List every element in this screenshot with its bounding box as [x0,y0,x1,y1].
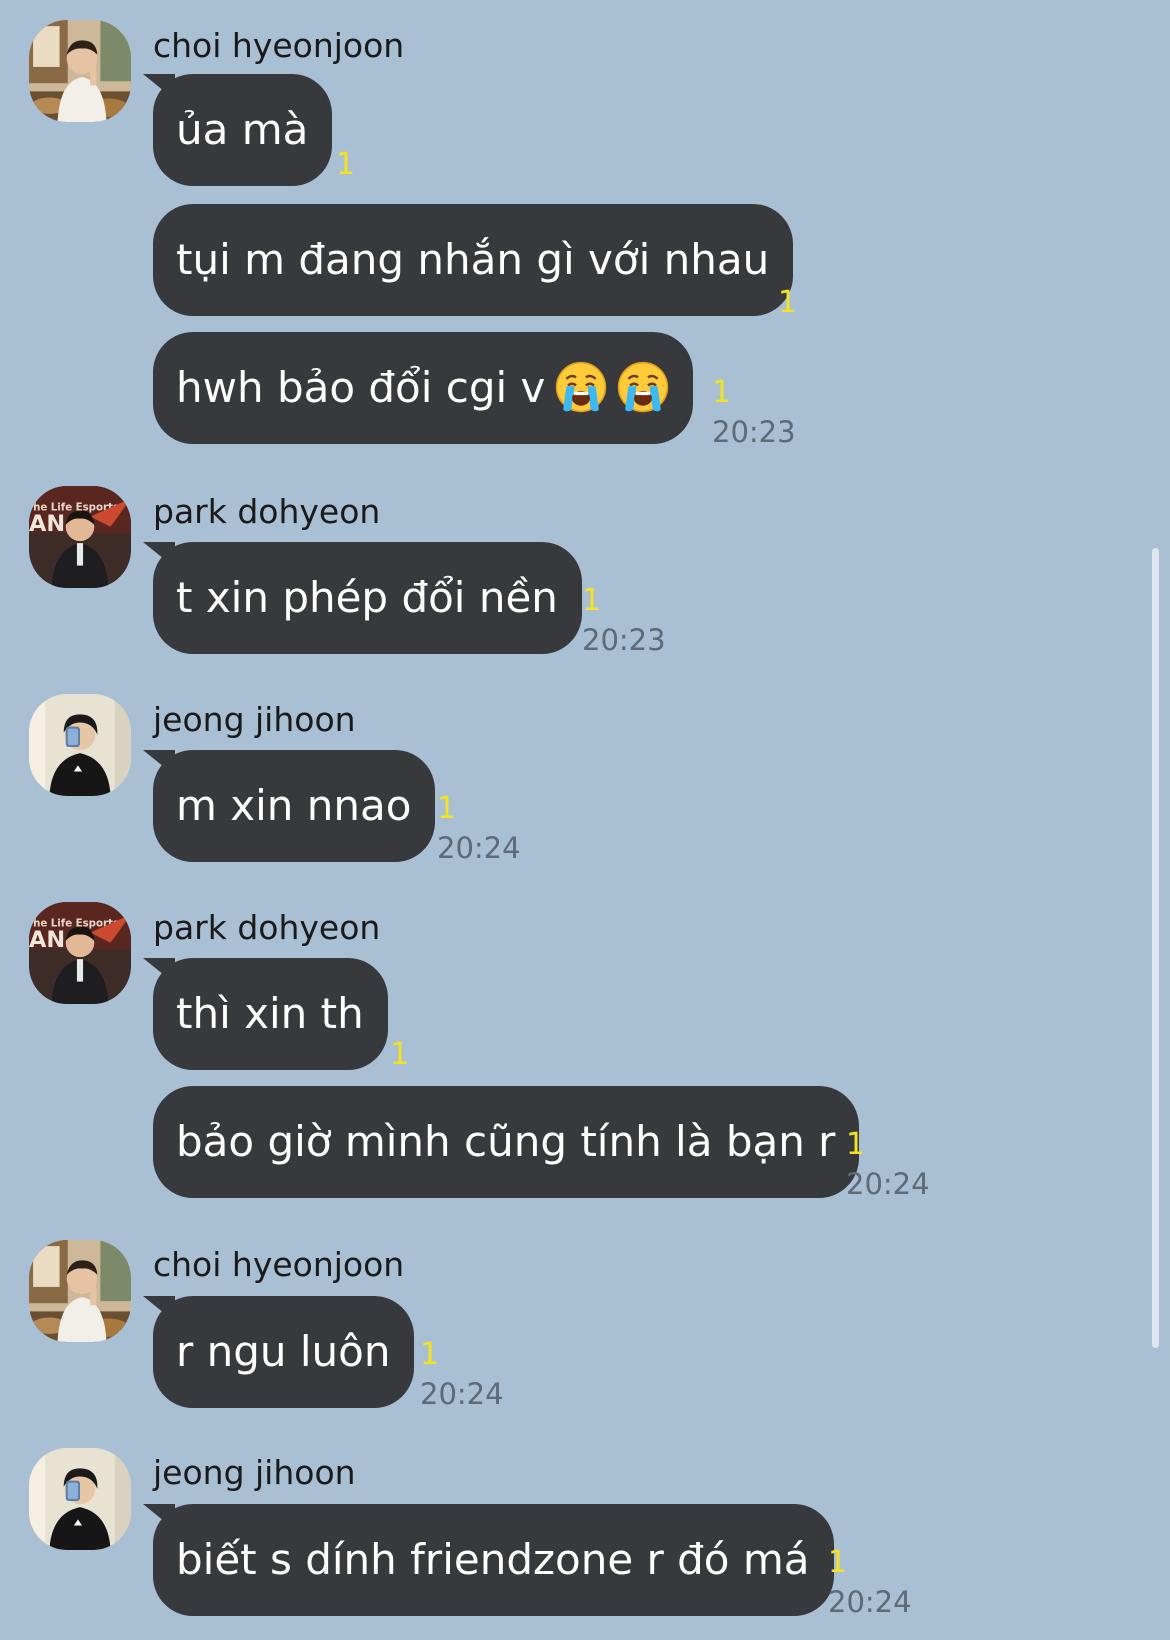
crying-face-icon [555,361,607,413]
message-text: ủa mà [176,105,309,154]
timestamp: 20:24 [437,831,521,865]
timestamp: 20:23 [582,623,666,657]
avatar-image [29,694,131,796]
unread-count: 1 [336,147,356,182]
timestamp: 20:24 [420,1377,504,1411]
avatar-image [29,902,131,1004]
sender-name: choi hyeonjoon [153,26,405,65]
unread-count: 1 [828,1545,848,1580]
unread-count: 1 [582,583,602,618]
scrollbar[interactable] [1152,548,1159,1348]
timestamp: 20:24 [846,1167,930,1201]
unread-count: 1 [420,1337,440,1372]
avatar-image [29,20,131,122]
message-text: bảo giờ mình cũng tính là bạn r [176,1117,836,1166]
message-bubble[interactable]: t xin phép đổi nền [153,542,582,654]
message-bubble[interactable]: hwh bảo đổi cgi v [153,332,694,444]
crying-face-icon [617,361,669,413]
message-text: biết s dính friendzone r đó má [176,1535,810,1584]
avatar[interactable] [29,1240,131,1342]
message-bubble[interactable]: thì xin th [153,958,388,1070]
message-bubble[interactable]: r ngu luôn [153,1296,415,1408]
message-text: r ngu luôn [176,1327,391,1376]
timestamp: 20:24 [828,1585,912,1619]
message-text: tụi m đang nhắn gì với nhau [176,235,770,284]
unread-count: 1 [846,1127,866,1162]
avatar-image [29,1448,131,1550]
message-text: thì xin th [176,989,364,1038]
avatar[interactable] [29,486,131,588]
avatar-image [29,486,131,588]
avatar[interactable] [29,902,131,1004]
sender-name: park dohyeon [153,492,381,531]
timestamp: 20:23 [712,415,796,449]
avatar[interactable] [29,20,131,122]
unread-count: 1 [712,375,732,410]
message-text: hwh bảo đổi cgi v [176,363,546,412]
unread-count: 1 [778,285,798,320]
message-bubble[interactable]: m xin nnao [153,750,436,862]
message-text: t xin phép đổi nền [176,573,558,622]
unread-count: 1 [437,791,457,826]
sender-name: park dohyeon [153,908,381,947]
sender-name: jeong jihoon [153,700,356,739]
sender-name: choi hyeonjoon [153,1245,405,1284]
sender-name: jeong jihoon [153,1453,356,1492]
unread-count: 1 [390,1037,410,1072]
message-bubble[interactable]: biết s dính friendzone r đó má [153,1504,834,1616]
avatar-image [29,1240,131,1342]
avatar[interactable] [29,1448,131,1550]
message-text: m xin nnao [176,781,412,830]
message-bubble[interactable]: tụi m đang nhắn gì với nhau [153,204,794,316]
avatar[interactable] [29,694,131,796]
message-bubble[interactable]: bảo giờ mình cũng tính là bạn r [153,1086,860,1198]
message-bubble[interactable]: ủa mà [153,74,333,186]
